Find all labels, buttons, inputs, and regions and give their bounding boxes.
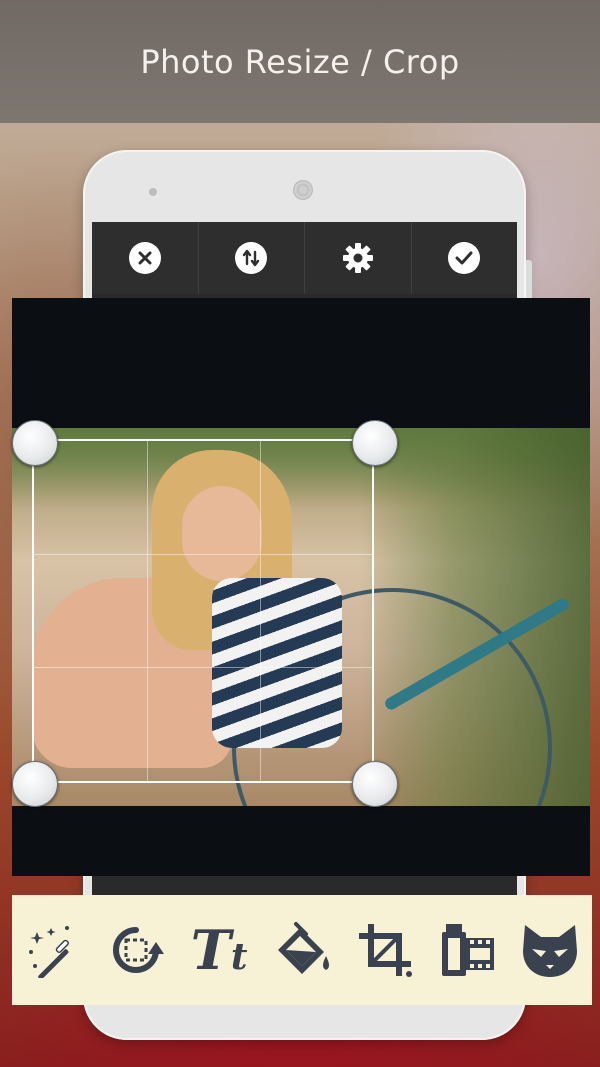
settings-button[interactable]	[305, 222, 412, 294]
top-toolbar	[92, 222, 517, 294]
check-icon	[448, 242, 481, 274]
crop-handle-top-right[interactable]	[352, 420, 398, 466]
crop-rectangle[interactable]	[32, 439, 374, 783]
swap-icon	[235, 242, 268, 274]
text-icon-big-glyph: T	[190, 918, 231, 982]
phone-camera	[149, 188, 157, 196]
grid-line	[34, 667, 372, 668]
filter-button[interactable]	[436, 918, 500, 982]
grid-line	[147, 441, 148, 781]
grid-line	[34, 554, 372, 555]
magic-wand-icon	[29, 926, 70, 978]
crop-handle-bottom-left[interactable]	[12, 761, 58, 807]
title-bar: Photo Resize / Crop	[0, 0, 600, 123]
phone-speaker	[293, 180, 313, 200]
gear-icon	[342, 243, 373, 273]
cat-mask-icon	[523, 925, 578, 977]
sticker-button[interactable]	[518, 918, 582, 982]
effects-button[interactable]	[21, 918, 85, 982]
text-icon-small-glyph: t	[230, 936, 248, 978]
fill-button[interactable]	[270, 918, 334, 982]
text-icon: Tt	[191, 923, 248, 977]
rotate-icon	[113, 927, 165, 973]
swap-button[interactable]	[199, 222, 305, 294]
crop-button[interactable]	[353, 918, 417, 982]
close-icon	[128, 242, 161, 274]
film-icon	[441, 924, 494, 976]
grid-line	[260, 441, 261, 781]
crop-canvas[interactable]	[12, 298, 590, 876]
text-button[interactable]: Tt	[187, 918, 251, 982]
crop-icon	[358, 924, 412, 977]
paint-bucket-icon	[277, 922, 329, 974]
close-button[interactable]	[92, 222, 199, 294]
crop-handle-top-left[interactable]	[12, 420, 58, 466]
crop-handle-bottom-right[interactable]	[352, 761, 398, 807]
page-title: Photo Resize / Crop	[140, 42, 460, 81]
bottom-toolbar: Tt	[12, 895, 592, 1005]
rotate-button[interactable]	[104, 918, 168, 982]
confirm-button[interactable]	[412, 222, 518, 294]
